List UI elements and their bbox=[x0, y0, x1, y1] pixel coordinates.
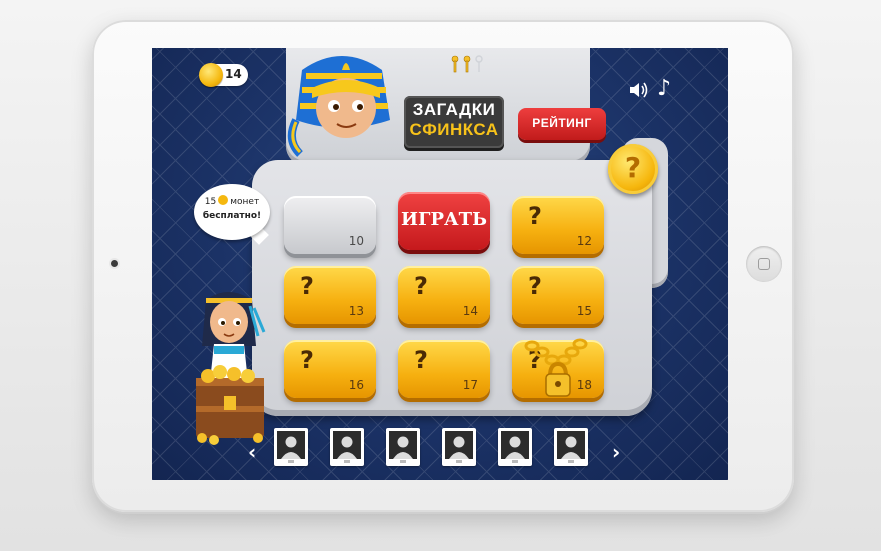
coin-icon bbox=[199, 63, 223, 87]
level-tile-15[interactable]: ? 15 bbox=[512, 266, 604, 324]
front-camera bbox=[111, 260, 118, 267]
avatar-placeholder-icon bbox=[333, 431, 361, 463]
egyptian-girl-with-treasure-chest bbox=[196, 292, 266, 445]
question-mark-icon: ? bbox=[300, 346, 314, 374]
level-number: 15 bbox=[576, 304, 592, 318]
tablet-frame: 14 ♪ ЗАГАДКИ СФИНКСА РЕЙТИНГ ? 15 монет … bbox=[92, 20, 794, 512]
coin-icon bbox=[218, 195, 229, 205]
sound-icon[interactable] bbox=[628, 80, 650, 100]
home-button bbox=[746, 246, 782, 282]
level-tile-18-locked[interactable]: ? 18 bbox=[512, 338, 604, 398]
question-mark-icon: ? bbox=[300, 272, 314, 300]
lock-chain-icon bbox=[524, 338, 588, 397]
keys-icon bbox=[451, 55, 483, 73]
play-button[interactable]: ИГРАТЬ bbox=[398, 192, 490, 250]
friend-avatar-slot[interactable] bbox=[330, 428, 364, 466]
level-tile-13[interactable]: ? 13 bbox=[284, 266, 376, 324]
level-number: 10 bbox=[348, 234, 364, 248]
level-number: 13 bbox=[348, 304, 364, 318]
game-title: ЗАГАДКИ СФИНКСА bbox=[404, 96, 504, 148]
level-tile-14[interactable]: ? 14 bbox=[398, 266, 490, 324]
friend-avatar-slot[interactable] bbox=[274, 428, 308, 466]
level-tile-12[interactable]: ? 12 bbox=[512, 196, 604, 254]
avatar-placeholder-icon bbox=[445, 431, 473, 463]
question-mark-icon: ? bbox=[528, 272, 542, 300]
free-coins-bubble[interactable]: 15 монет бесплатно! bbox=[194, 184, 270, 240]
title-line-1: ЗАГАДКИ bbox=[412, 100, 496, 119]
avatar-placeholder-icon bbox=[557, 431, 585, 463]
prev-arrow-button[interactable]: ‹ bbox=[248, 440, 256, 464]
coin-count: 14 bbox=[225, 67, 242, 81]
promo-word: монет bbox=[230, 197, 260, 207]
question-mark-icon: ? bbox=[414, 346, 428, 374]
level-tile-16[interactable]: ? 16 bbox=[284, 340, 376, 398]
question-mark-icon: ? bbox=[528, 202, 542, 230]
friend-avatar-slot[interactable] bbox=[386, 428, 420, 466]
rating-button[interactable]: РЕЙТИНГ bbox=[518, 108, 606, 140]
title-line-2: СФИНКСА bbox=[409, 120, 499, 139]
level-number: 12 bbox=[576, 234, 592, 248]
friend-avatar-slot[interactable] bbox=[442, 428, 476, 466]
question-mark-icon: ? bbox=[414, 272, 428, 300]
next-arrow-button[interactable]: › bbox=[612, 440, 620, 464]
level-number: 16 bbox=[348, 378, 364, 392]
avatar-placeholder-icon bbox=[501, 431, 529, 463]
friend-avatar-slot[interactable] bbox=[498, 428, 532, 466]
coin-counter: 14 bbox=[199, 63, 248, 87]
level-number: 14 bbox=[462, 304, 478, 318]
pharaoh-character bbox=[287, 56, 390, 157]
level-tile-10[interactable]: 10 bbox=[284, 196, 376, 254]
avatar-placeholder-icon bbox=[277, 431, 305, 463]
hint-coin-icon[interactable]: ? bbox=[608, 144, 658, 194]
level-tile-17[interactable]: ? 17 bbox=[398, 340, 490, 398]
music-note-icon[interactable]: ♪ bbox=[657, 78, 673, 100]
promo-line2: бесплатно! bbox=[202, 211, 262, 221]
avatar-placeholder-icon bbox=[389, 431, 417, 463]
level-number: 17 bbox=[462, 378, 478, 392]
game-screen: 14 ♪ ЗАГАДКИ СФИНКСА РЕЙТИНГ ? 15 монет … bbox=[152, 48, 728, 480]
promo-amount: 15 bbox=[204, 197, 217, 207]
friend-avatar-slot[interactable] bbox=[554, 428, 588, 466]
